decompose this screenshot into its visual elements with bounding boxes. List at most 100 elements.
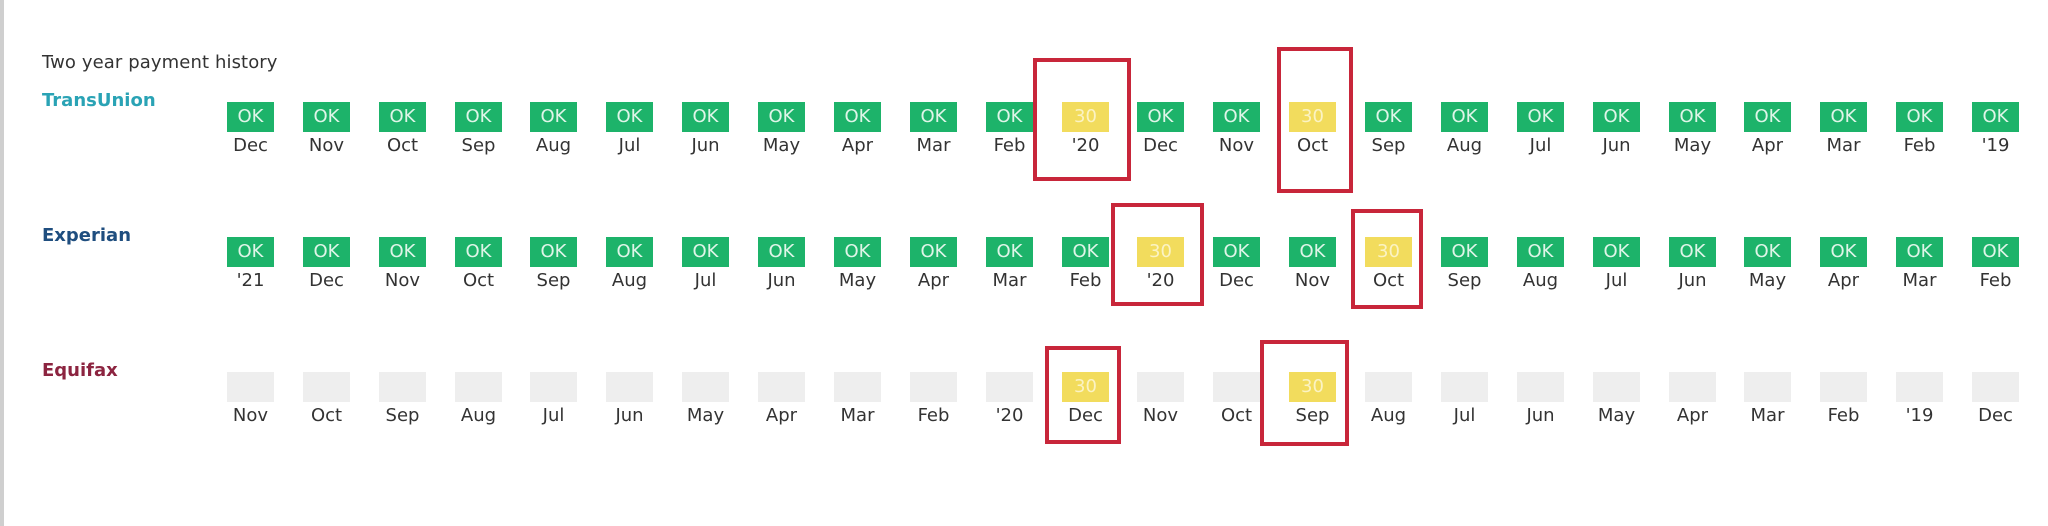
month-cell: May	[682, 372, 729, 432]
month-label: Apr	[765, 405, 798, 426]
month-cell: OK Nov	[1213, 102, 1260, 162]
month-label: Aug	[611, 270, 648, 291]
month-cell: OK Aug	[530, 102, 577, 162]
status-ok-badge: OK	[1896, 237, 1943, 267]
status-empty-badge	[1517, 372, 1564, 402]
month-label: Jul	[542, 405, 565, 426]
month-cell: OK Apr	[834, 102, 881, 162]
status-late-badge: 30	[1289, 102, 1336, 132]
status-empty-badge	[606, 372, 653, 402]
month-label: Mar	[840, 405, 875, 426]
month-label: Dec	[1219, 270, 1254, 291]
month-label: Dec	[1143, 135, 1178, 156]
status-ok-badge: OK	[1517, 102, 1564, 132]
month-label: Dec	[1978, 405, 2013, 426]
month-cell: OK Aug	[1517, 237, 1564, 297]
bureau-row-transunion: TransUnion OK Dec OK Nov OK Oct OK Sep OK Aug OK Jul…	[0, 87, 2048, 207]
month-cell: OK May	[834, 237, 881, 297]
status-ok-badge: OK	[227, 102, 274, 132]
status-ok-badge: OK	[1365, 102, 1412, 132]
month-cell: OK Aug	[606, 237, 653, 297]
month-label: Mar	[916, 135, 951, 156]
month-cell: OK Nov	[379, 237, 426, 297]
month-cell: Jun	[606, 372, 653, 432]
month-cell: Nov	[1137, 372, 1184, 432]
month-cell: OK Jun	[682, 102, 729, 162]
section-title: Two year payment history	[42, 52, 278, 73]
month-cell: OK Sep	[1365, 102, 1412, 162]
month-label: Aug	[1522, 270, 1559, 291]
status-ok-badge: OK	[1213, 102, 1260, 132]
status-ok-badge: OK	[303, 237, 350, 267]
month-cell: 30 Oct	[1365, 237, 1412, 297]
month-cell: OK Mar	[910, 102, 957, 162]
month-label: Feb	[917, 405, 950, 426]
month-label: Nov	[308, 135, 345, 156]
status-empty-badge	[1213, 372, 1260, 402]
month-label: Sep	[461, 135, 496, 156]
month-cell: OK Feb	[1972, 237, 2019, 297]
month-label: '19	[1981, 135, 2010, 156]
month-cell: OK Nov	[303, 102, 350, 162]
month-label: Nov	[1294, 270, 1331, 291]
status-ok-badge: OK	[986, 237, 1033, 267]
month-label: Apr	[1676, 405, 1709, 426]
month-label: Feb	[1979, 270, 2012, 291]
status-empty-badge	[379, 372, 426, 402]
month-cell: Aug	[455, 372, 502, 432]
status-ok-badge: OK	[1593, 102, 1640, 132]
status-ok-badge: OK	[1669, 237, 1716, 267]
status-late-badge: 30	[1365, 237, 1412, 267]
status-ok-badge: OK	[758, 237, 805, 267]
month-label: Jun	[767, 270, 796, 291]
month-label: Jun	[1526, 405, 1555, 426]
month-label: Jul	[694, 270, 717, 291]
month-cell: OK Apr	[1820, 237, 1867, 297]
month-label: Mar	[992, 270, 1027, 291]
status-ok-badge: OK	[1517, 237, 1564, 267]
month-cell: Apr	[758, 372, 805, 432]
status-empty-badge	[1137, 372, 1184, 402]
month-cell: OK '19	[1972, 102, 2019, 162]
month-cell: OK Apr	[1744, 102, 1791, 162]
month-label: Oct	[386, 135, 419, 156]
status-empty-badge	[682, 372, 729, 402]
month-label: Jul	[618, 135, 641, 156]
month-cell: OK Dec	[1137, 102, 1184, 162]
status-ok-badge: OK	[1669, 102, 1716, 132]
status-empty-badge	[227, 372, 274, 402]
month-cell: Mar	[1744, 372, 1791, 432]
status-ok-badge: OK	[606, 237, 653, 267]
month-cell: OK Sep	[530, 237, 577, 297]
month-label: '21	[236, 270, 265, 291]
status-ok-badge: OK	[1213, 237, 1260, 267]
month-cell: Jul	[1441, 372, 1488, 432]
status-ok-badge: OK	[530, 237, 577, 267]
month-cell: Aug	[1365, 372, 1412, 432]
status-ok-badge: OK	[530, 102, 577, 132]
month-label: May	[1597, 405, 1636, 426]
status-ok-badge: OK	[910, 102, 957, 132]
status-late-badge: 30	[1289, 372, 1336, 402]
month-label: Mar	[1902, 270, 1937, 291]
month-label: Nov	[1218, 135, 1255, 156]
month-label: Aug	[535, 135, 572, 156]
month-cell: OK Dec	[227, 102, 274, 162]
month-label: Oct	[310, 405, 343, 426]
month-label: Sep	[1295, 405, 1330, 426]
month-cell: OK Apr	[910, 237, 957, 297]
month-label: May	[1673, 135, 1712, 156]
month-label: '20	[1146, 270, 1175, 291]
month-cell: OK '21	[227, 237, 274, 297]
month-cell: 30 Dec	[1062, 372, 1109, 432]
month-label: Dec	[1068, 405, 1103, 426]
month-cell: OK Feb	[1062, 237, 1109, 297]
month-label: Oct	[1372, 270, 1405, 291]
month-cell: May	[1593, 372, 1640, 432]
month-cells: OK Dec OK Nov OK Oct OK Sep OK Aug OK Jul OK Jun OK May…	[0, 102, 2019, 182]
month-cell: OK Jul	[1517, 102, 1564, 162]
status-ok-badge: OK	[606, 102, 653, 132]
month-cell: Mar	[834, 372, 881, 432]
status-ok-badge: OK	[1289, 237, 1336, 267]
status-ok-badge: OK	[758, 102, 805, 132]
